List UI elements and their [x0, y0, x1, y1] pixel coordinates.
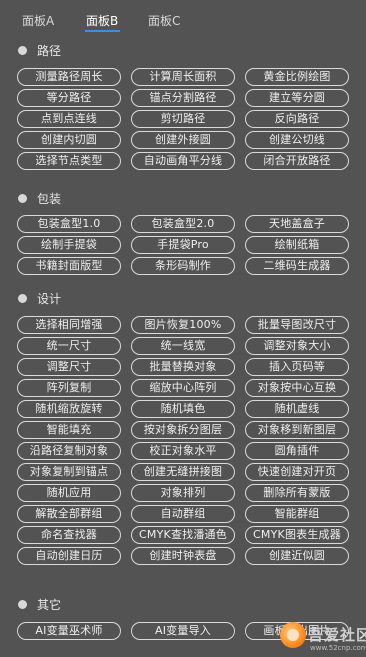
button-grid-path: 测量路径周长 计算周长面积 黄金比例绘图 等分路径 锚点分割路径 建立等分圆 点… — [17, 68, 349, 170]
btn-adjust-size[interactable]: 调整尺寸 — [17, 358, 121, 376]
btn-angle-bisector[interactable]: 自动画角平分线 — [131, 152, 235, 170]
btn-box-template-1[interactable]: 包装盒型1.0 — [17, 215, 121, 233]
btn-qrcode[interactable]: 二维码生成器 — [245, 257, 349, 275]
btn-close-open-path[interactable]: 闭合开放路径 — [245, 152, 349, 170]
watermark-text: 吾爱社区 — [308, 626, 366, 644]
btn-name-finder[interactable]: 命名查找器 — [17, 526, 121, 544]
btn-seamless-tile[interactable]: 创建无缝拼接图 — [131, 463, 235, 481]
btn-measure-path-length[interactable]: 测量路径周长 — [17, 68, 121, 86]
bullet-icon — [18, 193, 27, 203]
watermark-url: www.52cnp.com — [310, 644, 366, 652]
tab-bar: 面板A 面板B 面板C — [0, 8, 366, 34]
btn-adjust-object-size[interactable]: 调整对象大小 — [245, 337, 349, 355]
tab-panel-c[interactable]: 面板C — [148, 12, 180, 29]
bullet-icon — [18, 599, 27, 609]
btn-straighten-object[interactable]: 校正对象水平 — [131, 442, 235, 460]
btn-swap-by-center[interactable]: 对象按中心互换 — [245, 379, 349, 397]
btn-round-corner-plugin[interactable]: 圆角插件 — [245, 442, 349, 460]
section-header-design: 设计 — [18, 290, 61, 306]
btn-select-node-type[interactable]: 选择节点类型 — [17, 152, 121, 170]
btn-cmyk-pantone-lookup[interactable]: CMYK查找潘通色 — [131, 526, 235, 544]
btn-cut-path[interactable]: 剪切路径 — [131, 110, 235, 128]
btn-random-dash[interactable]: 随机虚线 — [245, 400, 349, 418]
site-watermark: 吾爱社区 www.52cnp.com — [280, 618, 366, 657]
btn-select-same-enhanced[interactable]: 选择相同增强 — [17, 316, 121, 334]
btn-golden-ratio[interactable]: 黄金比例绘图 — [245, 68, 349, 86]
btn-approx-circle[interactable]: 创建近似圆 — [245, 547, 349, 565]
btn-quick-spread[interactable]: 快速创建对开页 — [245, 463, 349, 481]
btn-draw-handbag[interactable]: 绘制手提袋 — [17, 236, 121, 254]
btn-clock-dial[interactable]: 创建时钟表盘 — [131, 547, 235, 565]
btn-auto-calendar[interactable]: 自动创建日历 — [17, 547, 121, 565]
btn-divide-path[interactable]: 等分路径 — [17, 89, 121, 107]
btn-move-to-new-layer[interactable]: 对象移到新图层 — [245, 421, 349, 439]
btn-smart-group[interactable]: 智能群组 — [245, 505, 349, 523]
section-title-design: 设计 — [37, 291, 62, 306]
btn-ai-variable-wizard[interactable]: AI变量巫术师 — [17, 622, 121, 640]
btn-box-template-2[interactable]: 包装盒型2.0 — [131, 215, 235, 233]
btn-common-tangent[interactable]: 创建公切线 — [245, 131, 349, 149]
btn-lid-box[interactable]: 天地盖盒子 — [245, 215, 349, 233]
btn-insert-page-number[interactable]: 插入页码等 — [245, 358, 349, 376]
btn-split-layers-by-object[interactable]: 按对象拆分图层 — [131, 421, 235, 439]
btn-unify-stroke[interactable]: 统一线宽 — [131, 337, 235, 355]
section-title-path: 路径 — [37, 43, 62, 58]
section-title-packaging: 包装 — [37, 191, 62, 206]
bullet-icon — [18, 45, 27, 55]
btn-ai-variable-import[interactable]: AI变量导入 — [131, 622, 235, 640]
active-tab-indicator — [85, 30, 120, 32]
btn-divided-circle[interactable]: 建立等分圆 — [245, 89, 349, 107]
watermark-logo-icon — [280, 622, 306, 648]
tab-panel-b[interactable]: 面板B — [86, 12, 118, 29]
btn-auto-group[interactable]: 自动群组 — [131, 505, 235, 523]
btn-scale-center-array[interactable]: 缩放中心阵列 — [131, 379, 235, 397]
btn-point-to-point-line[interactable]: 点到点连线 — [17, 110, 121, 128]
btn-unify-size[interactable]: 统一尺寸 — [17, 337, 121, 355]
section-header-packaging: 包装 — [18, 190, 61, 206]
btn-array-copy[interactable]: 阵列复制 — [17, 379, 121, 397]
section-title-other: 其它 — [37, 597, 62, 612]
bullet-icon — [18, 293, 27, 303]
button-grid-design: 选择相同增强 图片恢复100% 批量导图改尺寸 统一尺寸 统一线宽 调整对象大小… — [17, 316, 349, 565]
btn-cmyk-chart-generator[interactable]: CMYK图表生成器 — [245, 526, 349, 544]
tab-panel-a[interactable]: 面板A — [22, 12, 54, 29]
btn-copy-along-path[interactable]: 沿路径复制对象 — [17, 442, 121, 460]
btn-random-apply[interactable]: 随机应用 — [17, 484, 121, 502]
btn-copy-to-anchors[interactable]: 对象复制到锚点 — [17, 463, 121, 481]
btn-circumscribed-circle[interactable]: 创建外接圆 — [131, 131, 235, 149]
btn-book-cover[interactable]: 书籍封面版型 — [17, 257, 121, 275]
btn-calc-perimeter-area[interactable]: 计算周长面积 — [131, 68, 235, 86]
btn-handbag-pro[interactable]: 手提袋Pro — [131, 236, 235, 254]
btn-image-restore-100[interactable]: 图片恢复100% — [131, 316, 235, 334]
btn-arrange-objects[interactable]: 对象排列 — [131, 484, 235, 502]
btn-anchor-split-path[interactable]: 锚点分割路径 — [131, 89, 235, 107]
btn-inscribed-circle[interactable]: 创建内切圆 — [17, 131, 121, 149]
btn-batch-replace[interactable]: 批量替换对象 — [131, 358, 235, 376]
btn-batch-image-resize[interactable]: 批量导图改尺寸 — [245, 316, 349, 334]
btn-random-scale-rotate[interactable]: 随机缩放旋转 — [17, 400, 121, 418]
btn-delete-all-masks[interactable]: 删除所有蒙版 — [245, 484, 349, 502]
section-header-other: 其它 — [18, 596, 61, 612]
btn-draw-carton[interactable]: 绘制纸箱 — [245, 236, 349, 254]
btn-random-fill[interactable]: 随机填色 — [131, 400, 235, 418]
button-grid-packaging: 包装盒型1.0 包装盒型2.0 天地盖盒子 绘制手提袋 手提袋Pro 绘制纸箱 … — [17, 215, 349, 275]
btn-ungroup-all[interactable]: 解散全部群组 — [17, 505, 121, 523]
btn-barcode[interactable]: 条形码制作 — [131, 257, 235, 275]
btn-reverse-path[interactable]: 反向路径 — [245, 110, 349, 128]
section-header-path: 路径 — [18, 42, 61, 58]
btn-smart-fill[interactable]: 智能填充 — [17, 421, 121, 439]
